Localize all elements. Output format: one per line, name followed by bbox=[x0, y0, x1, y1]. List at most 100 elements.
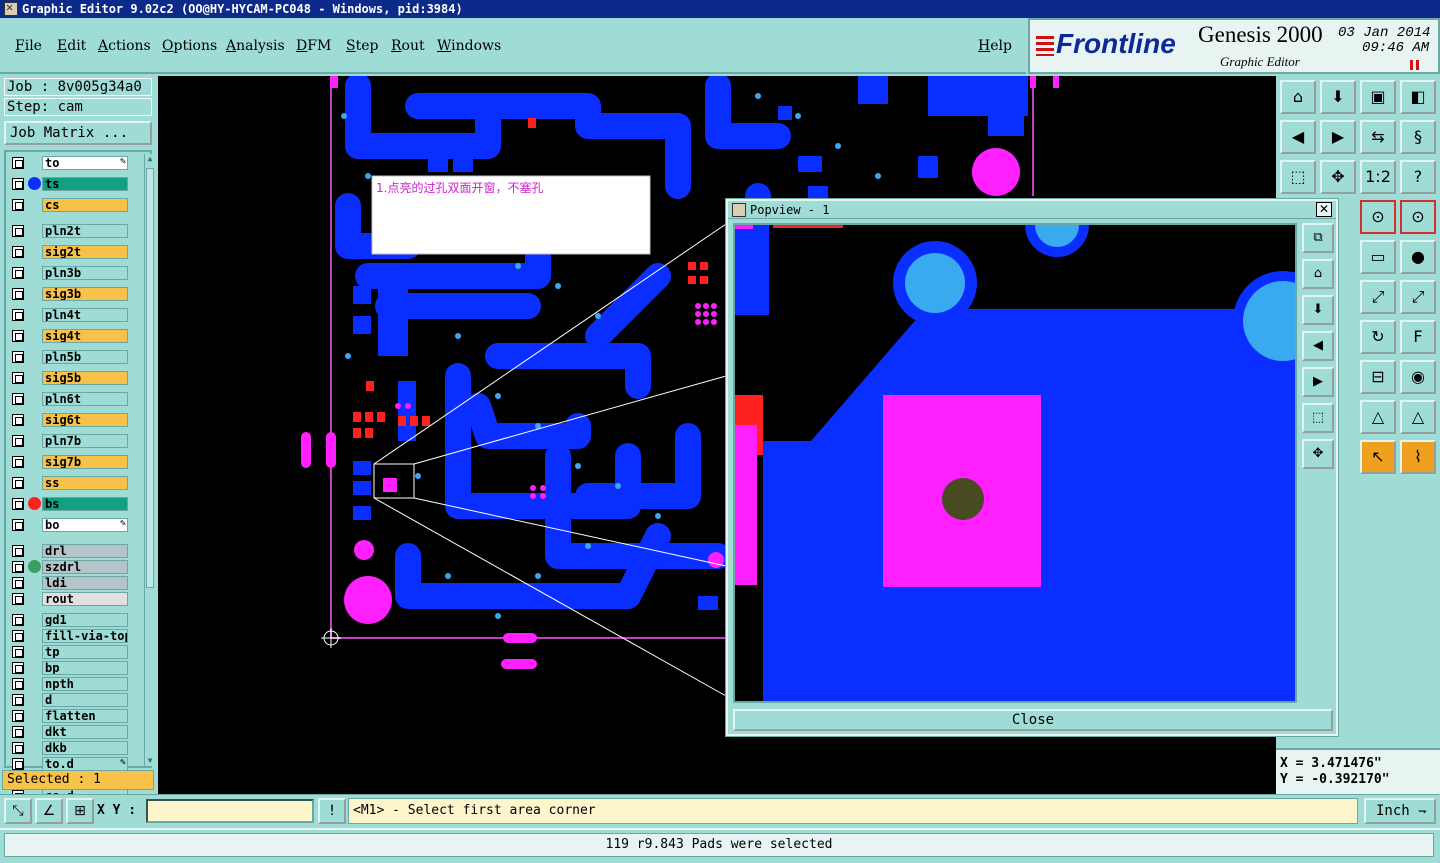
pan-left-icon[interactable]: ◀ bbox=[1280, 120, 1316, 154]
layer-row[interactable]: pln6t bbox=[10, 392, 128, 406]
layer-name[interactable]: gd1 bbox=[42, 613, 128, 627]
popview-right-icon[interactable]: ▶ bbox=[1302, 367, 1334, 397]
layer-checkbox[interactable] bbox=[12, 178, 24, 190]
measure-2-icon[interactable]: ⤢ bbox=[1400, 280, 1436, 314]
layer-checkbox[interactable] bbox=[12, 577, 24, 589]
layer-row[interactable]: bo ✎ bbox=[10, 518, 128, 532]
layer-row[interactable]: dkt bbox=[10, 725, 128, 739]
layer-row[interactable]: rout bbox=[10, 592, 128, 606]
help-icon[interactable]: ? bbox=[1400, 160, 1436, 194]
layer-name[interactable]: drl bbox=[42, 544, 128, 558]
layer-checkbox[interactable] bbox=[12, 742, 24, 754]
layer-checkbox[interactable] bbox=[12, 662, 24, 674]
layer-checkbox[interactable] bbox=[12, 646, 24, 658]
angle-icon[interactable]: ∠ bbox=[35, 798, 63, 824]
layer-checkbox[interactable] bbox=[12, 614, 24, 626]
popview-close-button[interactable]: Close bbox=[733, 709, 1333, 731]
layer-row[interactable]: sig3b bbox=[10, 287, 128, 301]
layer-name[interactable]: pln2t bbox=[42, 224, 128, 238]
popview-zoom-icon[interactable]: ⧉ bbox=[1302, 223, 1334, 253]
scale-1-2-icon[interactable]: 1:2 bbox=[1360, 160, 1396, 194]
layer-checkbox[interactable] bbox=[12, 393, 24, 405]
layer-row[interactable]: to.d ✎ bbox=[10, 757, 128, 771]
layer-name[interactable]: pln6t bbox=[42, 392, 128, 406]
layer-checkbox[interactable] bbox=[12, 519, 24, 531]
close-icon[interactable]: ✕ bbox=[1316, 202, 1332, 217]
layer-name[interactable]: rout bbox=[42, 592, 128, 606]
layer-checkbox[interactable] bbox=[12, 545, 24, 557]
layer-checkbox[interactable] bbox=[12, 267, 24, 279]
shapes-icon[interactable]: ◉ bbox=[1400, 360, 1436, 394]
layer-checkbox[interactable] bbox=[12, 456, 24, 468]
layer-checkbox[interactable] bbox=[12, 435, 24, 447]
layer-checkbox[interactable] bbox=[12, 372, 24, 384]
fit-icon[interactable]: ⊟ bbox=[1360, 360, 1396, 394]
layer-name[interactable]: to bbox=[42, 156, 128, 170]
layer-checkbox[interactable] bbox=[12, 225, 24, 237]
layer-row[interactable]: bp bbox=[10, 661, 128, 675]
layer-name[interactable]: sig6t bbox=[42, 413, 128, 427]
triangle-icon[interactable]: △ bbox=[1360, 400, 1396, 434]
layer-row[interactable]: szdrl bbox=[10, 560, 128, 574]
zoom-home-icon[interactable]: ⌂ bbox=[1280, 80, 1316, 114]
menu-options[interactable]: Options bbox=[162, 38, 217, 54]
zoom-window-icon[interactable]: ⬇ bbox=[1320, 80, 1356, 114]
layer-checkbox[interactable] bbox=[12, 758, 24, 770]
unit-selector[interactable]: Inch ⇁ bbox=[1364, 798, 1436, 824]
layer-row[interactable]: sig4t bbox=[10, 329, 128, 343]
menu-analysis[interactable]: Analysis bbox=[226, 38, 285, 54]
layer-name[interactable]: pln5b bbox=[42, 350, 128, 364]
job-matrix-button[interactable]: Job Matrix ... bbox=[4, 121, 152, 145]
pause-icon[interactable] bbox=[1410, 60, 1420, 70]
layer-name[interactable]: pln4t bbox=[42, 308, 128, 322]
measure-icon[interactable]: ⤢ bbox=[1360, 280, 1396, 314]
layer-checkbox[interactable] bbox=[12, 710, 24, 722]
popview-zoom-view[interactable] bbox=[735, 225, 1295, 701]
layer-name[interactable]: d bbox=[42, 693, 128, 707]
layer-name[interactable]: sig5b bbox=[42, 371, 128, 385]
menu-windows[interactable]: Windows bbox=[437, 38, 501, 54]
pan-right-icon[interactable]: ▶ bbox=[1320, 120, 1356, 154]
layer-row[interactable]: flatten bbox=[10, 709, 128, 723]
xy-input[interactable] bbox=[146, 799, 314, 823]
menu-dfm[interactable]: DFM bbox=[296, 38, 331, 54]
layer-row[interactable]: sig7b bbox=[10, 455, 128, 469]
layer-row[interactable]: pln5b bbox=[10, 350, 128, 364]
layer-checkbox[interactable] bbox=[12, 678, 24, 690]
popview-menu-icon[interactable] bbox=[732, 203, 746, 217]
layer-checkbox[interactable] bbox=[12, 561, 24, 573]
layer-row[interactable]: ts bbox=[10, 177, 128, 191]
scroll-thumb[interactable] bbox=[146, 168, 154, 588]
layer-name[interactable]: cs bbox=[42, 198, 128, 212]
layer-row[interactable]: d bbox=[10, 693, 128, 707]
layer-row[interactable]: ss bbox=[10, 476, 128, 490]
menu-help[interactable]: Help bbox=[978, 38, 1012, 54]
layer-name[interactable]: szdrl bbox=[42, 560, 128, 574]
layer-row[interactable]: pln4t bbox=[10, 308, 128, 322]
popview-fit-icon[interactable]: ⬚ bbox=[1302, 403, 1334, 433]
layer-name[interactable]: sig2t bbox=[42, 245, 128, 259]
ruler-icon[interactable]: ▭ bbox=[1360, 240, 1396, 274]
layer-checkbox[interactable] bbox=[12, 288, 24, 300]
layer-name[interactable]: dkb bbox=[42, 741, 128, 755]
popview-home-icon[interactable]: ⌂ bbox=[1302, 259, 1334, 289]
layer-name[interactable]: bs bbox=[42, 497, 128, 511]
layer-row[interactable]: pln3b bbox=[10, 266, 128, 280]
layer-name[interactable]: tp bbox=[42, 645, 128, 659]
zoom-fit-icon[interactable]: ▣ bbox=[1360, 80, 1396, 114]
layer-row[interactable]: npth bbox=[10, 677, 128, 691]
pan-center-icon[interactable]: ⇆ bbox=[1360, 120, 1396, 154]
layer-checkbox[interactable] bbox=[12, 694, 24, 706]
pad-icon[interactable]: ● bbox=[1400, 240, 1436, 274]
alert-icon[interactable]: ! bbox=[318, 798, 346, 824]
zoom-layer-icon[interactable]: ◧ bbox=[1400, 80, 1436, 114]
layer-row[interactable]: ldi bbox=[10, 576, 128, 590]
layer-row[interactable]: dkb bbox=[10, 741, 128, 755]
layer-name[interactable]: bo bbox=[42, 518, 128, 532]
layer-row[interactable]: sig6t bbox=[10, 413, 128, 427]
menu-step[interactable]: Step bbox=[346, 38, 378, 54]
layer-name[interactable]: to.d bbox=[42, 757, 128, 771]
layer-row[interactable]: drl bbox=[10, 544, 128, 558]
layer-name[interactable]: sig4t bbox=[42, 329, 128, 343]
flip-icon[interactable]: F bbox=[1400, 320, 1436, 354]
